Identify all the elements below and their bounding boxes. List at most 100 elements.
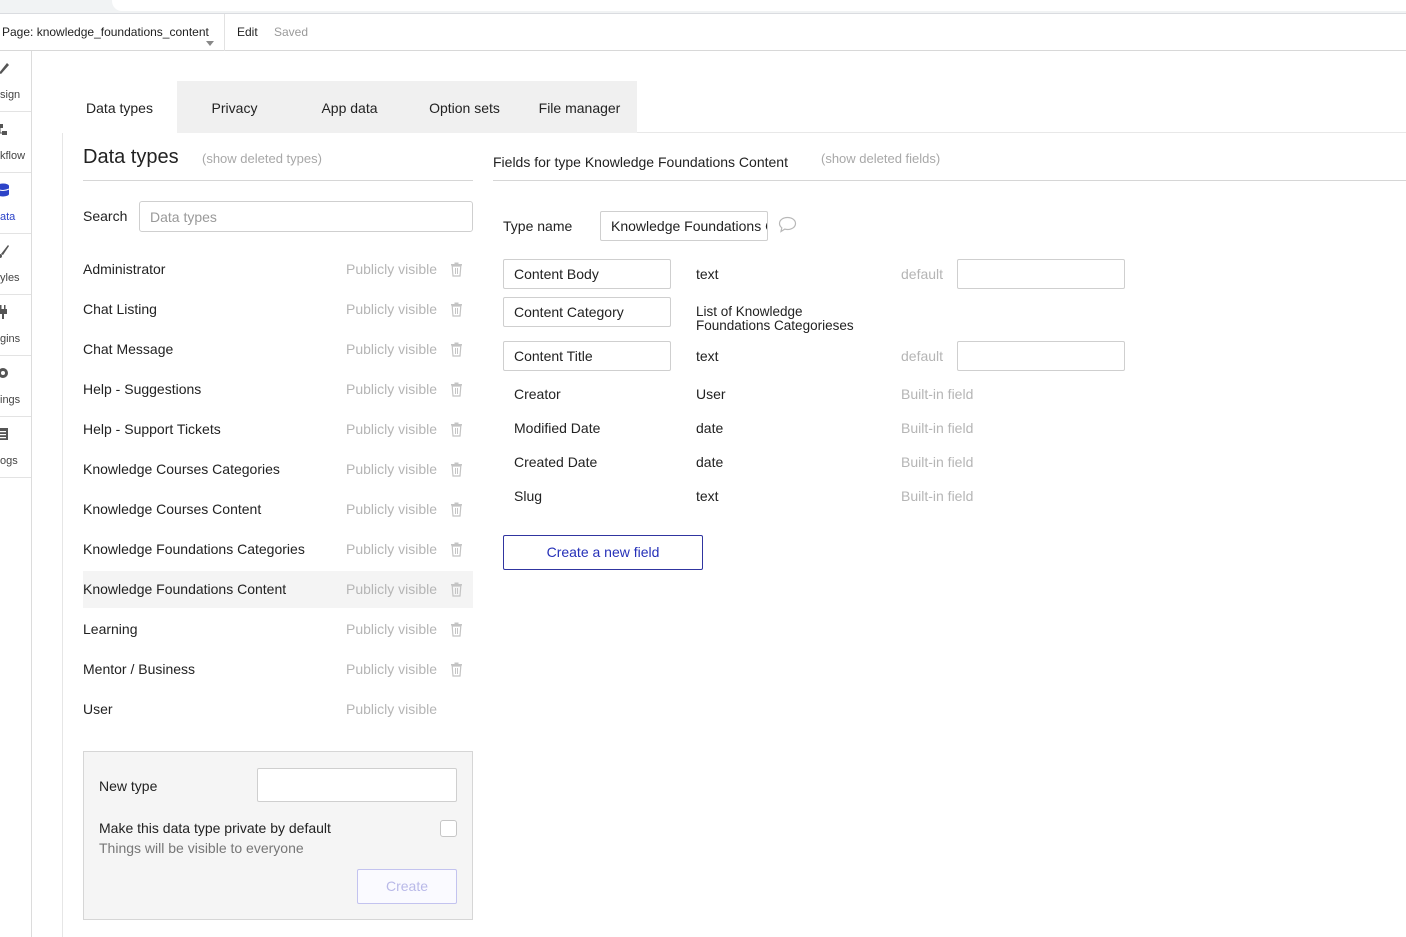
tab-file-manager[interactable]: File manager (522, 81, 637, 133)
list-item[interactable]: Mentor / Business Publicly visible (83, 651, 473, 688)
comment-icon[interactable] (778, 216, 797, 233)
data-type-name: Help - Support Tickets (83, 421, 221, 437)
trash-icon[interactable] (450, 382, 463, 397)
trash-icon[interactable] (450, 502, 463, 517)
trash-icon[interactable] (450, 462, 463, 477)
trash-icon[interactable] (450, 302, 463, 317)
data-type-name: Help - Suggestions (83, 381, 202, 397)
rail-item-data[interactable]: ata (0, 173, 31, 234)
chevron-down-icon (206, 41, 214, 46)
field-type: date (696, 454, 724, 470)
rail-item-plugins[interactable]: gins (0, 295, 31, 356)
data-type-name: Mentor / Business (83, 661, 196, 677)
url-bar[interactable] (112, 0, 1406, 11)
default-label: default (901, 266, 944, 282)
tabs-divider (637, 132, 1406, 133)
rail-item-workflow[interactable]: kflow (0, 112, 31, 173)
field-name-input[interactable]: Content Body (503, 259, 671, 289)
trash-icon[interactable] (450, 542, 463, 557)
data-type-name: Knowledge Courses Content (83, 501, 262, 517)
tabs-row: Data types Privacy App data Option sets … (62, 81, 637, 133)
rail-item-label: ata (0, 211, 16, 223)
divider (83, 180, 473, 181)
brush-icon (0, 245, 9, 258)
tab-privacy[interactable]: Privacy (177, 81, 292, 133)
field-type[interactable]: List of Knowledge Foundations Categoriese… (696, 305, 854, 333)
browser-chrome (0, 0, 1406, 14)
data-type-name: Chat Listing (83, 301, 157, 317)
list-item[interactable]: Chat Listing Publicly visible (83, 291, 473, 328)
data-type-name: Knowledge Foundations Content (83, 581, 287, 597)
rail-item-label: gins (0, 333, 21, 345)
divider (493, 180, 1406, 181)
plug-icon (0, 305, 7, 319)
list-item[interactable]: Help - Suggestions Publicly visible (83, 371, 473, 408)
field-type-line: List of Knowledge (696, 304, 803, 319)
builtin-field-label: Built-in field (901, 386, 974, 402)
list-item[interactable]: Help - Support Tickets Publicly visible (83, 411, 473, 448)
gear-icon (0, 368, 8, 378)
trash-icon[interactable] (450, 662, 463, 677)
trash-icon[interactable] (450, 422, 463, 437)
editor-topbar: Page: knowledge_foundations_content Edit… (0, 14, 1406, 51)
new-type-panel: New type Make this data type private by … (83, 751, 473, 920)
default-label: default (901, 348, 944, 364)
list-item[interactable]: Knowledge Foundations Categories Publicl… (83, 531, 473, 568)
field-type: User (696, 386, 726, 402)
trash-icon[interactable] (450, 342, 463, 357)
private-default-checkbox[interactable] (440, 820, 457, 837)
tab-app-data[interactable]: App data (292, 81, 407, 133)
type-name-input[interactable]: Knowledge Foundations Content (600, 211, 768, 241)
field-name: Created Date (514, 454, 598, 470)
trash-icon[interactable] (450, 262, 463, 277)
builtin-field-label: Built-in field (901, 420, 974, 436)
database-icon (0, 183, 10, 197)
data-types-title: Data types (83, 146, 179, 168)
search-input[interactable] (139, 201, 473, 232)
private-default-label: Make this data type private by default (99, 820, 331, 836)
list-item[interactable]: Knowledge Courses Content Publicly visib… (83, 491, 473, 528)
default-value-input[interactable] (957, 341, 1125, 371)
visibility-label: Publicly visible (346, 261, 438, 277)
rail-item-settings[interactable]: ings (0, 356, 31, 417)
visibility-label: Publicly visible (346, 381, 438, 397)
list-item[interactable]: User Publicly visible (83, 691, 473, 728)
field-type: text (696, 488, 719, 504)
trash-icon[interactable] (450, 582, 463, 597)
create-type-button[interactable]: Create (357, 869, 457, 904)
rail-item-label: kflow (0, 150, 26, 162)
rail-item-design[interactable]: sign (0, 51, 31, 112)
list-item[interactable]: Learning Publicly visible (83, 611, 473, 648)
edit-menu[interactable]: Edit (237, 14, 258, 50)
field-type[interactable]: text (696, 348, 719, 364)
page-selector[interactable]: Page: knowledge_foundations_content (0, 14, 225, 51)
list-item[interactable]: Chat Message Publicly visible (83, 331, 473, 368)
field-name: Slug (514, 488, 543, 504)
list-item[interactable]: Knowledge Courses Categories Publicly vi… (83, 451, 473, 488)
visibility-label: Publicly visible (346, 701, 438, 717)
list-item[interactable]: Administrator Publicly visible (83, 251, 473, 288)
rail-item-logs[interactable]: ogs (0, 417, 31, 478)
list-item-selected[interactable]: Knowledge Foundations Content Publicly v… (83, 571, 473, 608)
field-name-input[interactable]: Content Title (503, 341, 671, 371)
rail-item-label: ings (0, 394, 21, 406)
tab-data-types[interactable]: Data types (62, 81, 177, 133)
data-type-name: Administrator (83, 261, 166, 277)
data-type-name: Learning (83, 621, 138, 637)
rail-item-styles[interactable]: yles (0, 234, 31, 295)
create-new-field-button[interactable]: Create a new field (503, 535, 703, 570)
field-name-input[interactable]: Content Category (503, 297, 671, 327)
tab-option-sets[interactable]: Option sets (407, 81, 522, 133)
new-type-input[interactable] (257, 768, 457, 802)
field-type-line: Foundations Categorieses (696, 318, 854, 333)
field-type[interactable]: text (696, 266, 719, 282)
default-value-input[interactable] (957, 259, 1125, 289)
visibility-label: Publicly visible (346, 501, 438, 517)
show-deleted-fields-link[interactable]: (show deleted fields) (821, 151, 940, 166)
data-type-name: Chat Message (83, 341, 174, 357)
data-type-name: Knowledge Foundations Categories (83, 541, 305, 557)
visibility-label: Publicly visible (346, 421, 438, 437)
left-rail: sign kflow ata yles gins ings ogs (0, 51, 32, 937)
show-deleted-types-link[interactable]: (show deleted types) (202, 151, 322, 166)
trash-icon[interactable] (450, 622, 463, 637)
